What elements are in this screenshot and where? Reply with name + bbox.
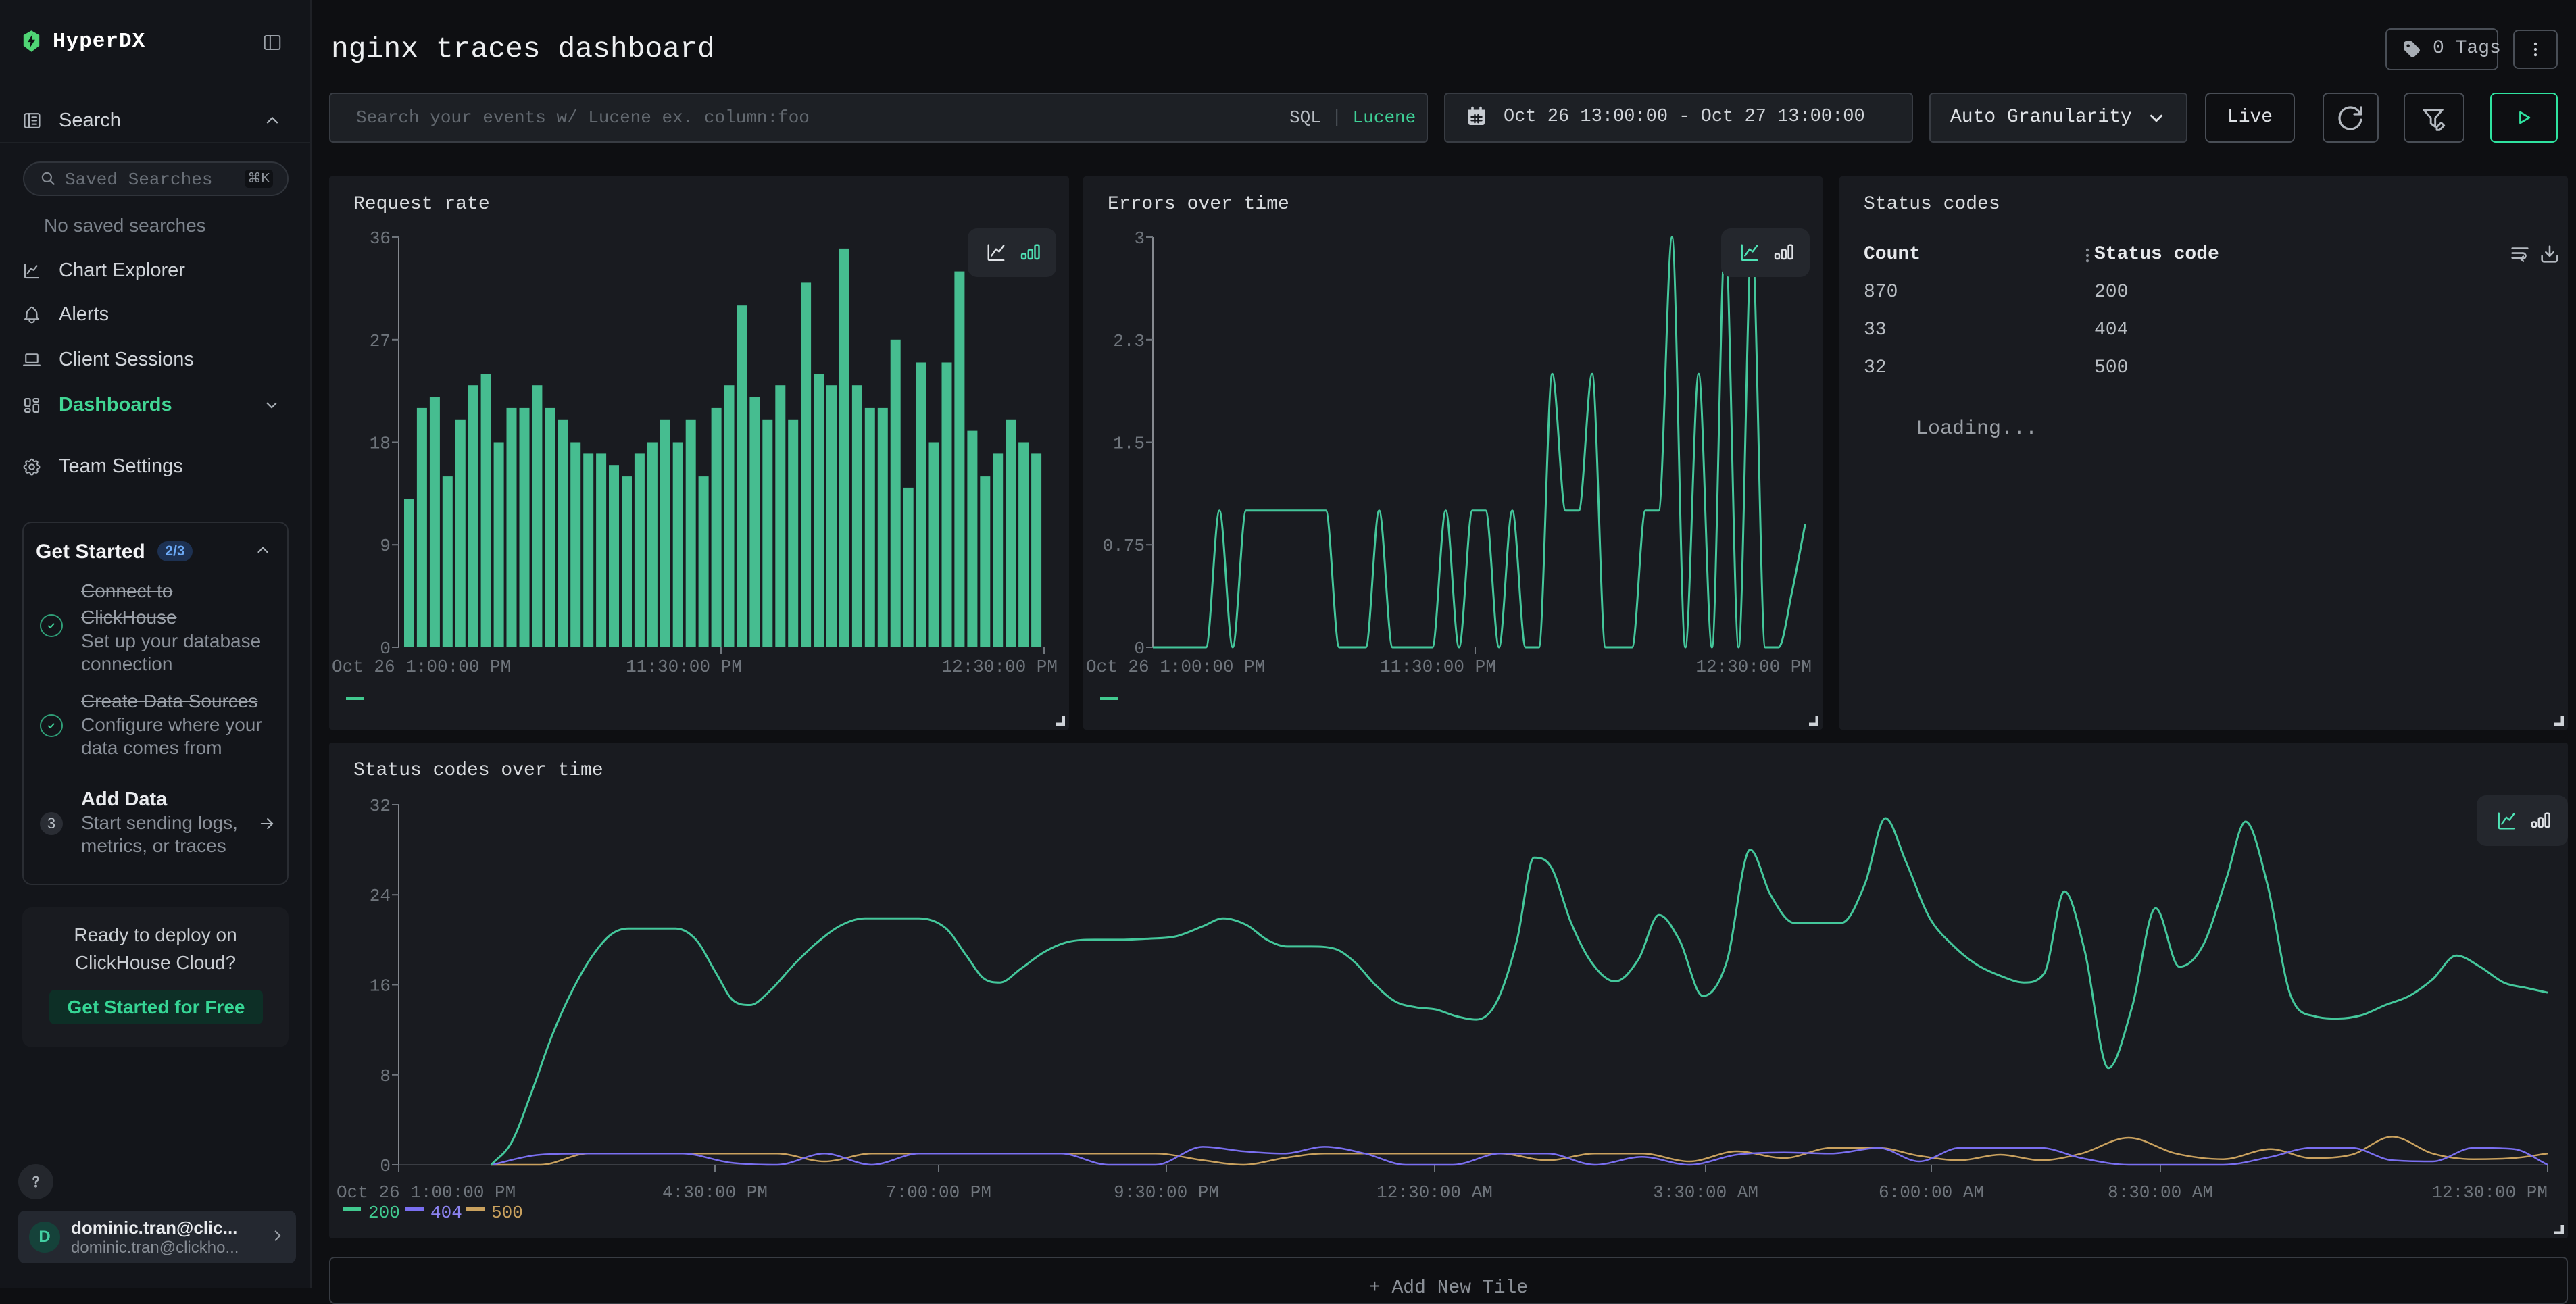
svg-text:200: 200 (368, 1203, 400, 1223)
svg-text:9:30:00 PM: 9:30:00 PM (1114, 1182, 1219, 1203)
svg-text:3:30:00 AM: 3:30:00 AM (1653, 1182, 1758, 1203)
svg-text:27: 27 (370, 331, 391, 351)
svg-text:7:00:00 PM: 7:00:00 PM (886, 1182, 991, 1203)
svg-text:24: 24 (370, 886, 391, 906)
svg-text:Oct 26 1:00:00 PM: Oct 26 1:00:00 PM (1086, 657, 1265, 677)
svg-text:0.75: 0.75 (1103, 536, 1145, 556)
svg-text:3: 3 (1134, 228, 1145, 249)
svg-text:12:30:00 PM: 12:30:00 PM (2431, 1182, 2548, 1203)
svg-text:404: 404 (430, 1203, 462, 1223)
svg-text:Oct 26 1:00:00 PM: Oct 26 1:00:00 PM (337, 1182, 516, 1203)
svg-text:500: 500 (491, 1203, 523, 1223)
svg-text:16: 16 (370, 976, 391, 997)
svg-text:11:30:00 PM: 11:30:00 PM (1380, 657, 1496, 677)
svg-text:0: 0 (1134, 638, 1145, 659)
svg-text:32: 32 (370, 796, 391, 816)
svg-text:Oct 26 1:00:00 PM: Oct 26 1:00:00 PM (332, 657, 511, 677)
svg-text:36: 36 (370, 228, 391, 249)
svg-text:12:30:00 AM: 12:30:00 AM (1377, 1182, 1493, 1203)
svg-text:0: 0 (380, 638, 391, 659)
svg-text:1.5: 1.5 (1113, 434, 1145, 454)
svg-text:6:00:00 AM: 6:00:00 AM (1879, 1182, 1984, 1203)
svg-text:12:30:00 PM: 12:30:00 PM (941, 657, 1058, 677)
svg-text:8:30:00 AM: 8:30:00 AM (2108, 1182, 2213, 1203)
svg-text:0: 0 (380, 1156, 391, 1176)
svg-text:12:30:00 PM: 12:30:00 PM (1695, 657, 1812, 677)
svg-text:8: 8 (380, 1066, 391, 1086)
svg-text:4:30:00 PM: 4:30:00 PM (662, 1182, 768, 1203)
svg-text:2.3: 2.3 (1113, 331, 1145, 351)
svg-text:9: 9 (380, 536, 391, 556)
svg-text:11:30:00 PM: 11:30:00 PM (626, 657, 742, 677)
svg-text:18: 18 (370, 434, 391, 454)
